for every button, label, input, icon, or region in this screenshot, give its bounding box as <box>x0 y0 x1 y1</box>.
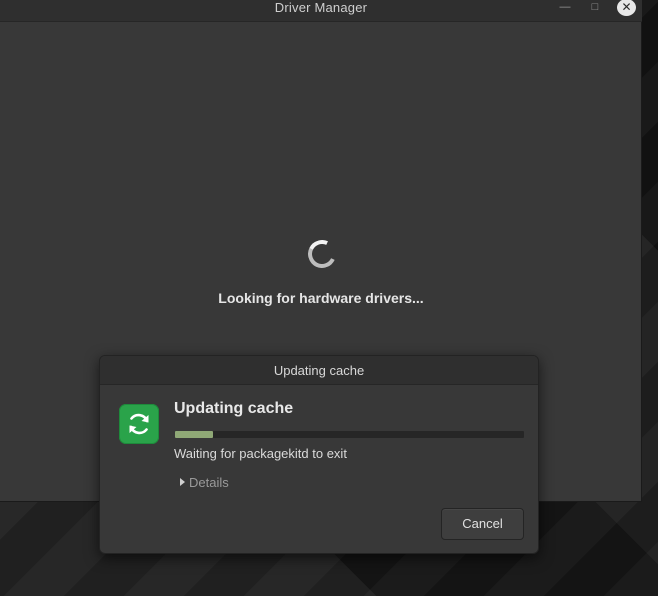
details-expander[interactable]: Details <box>180 474 229 490</box>
dialog-title: Updating cache <box>273 363 365 378</box>
updating-cache-dialog: Updating cache Updating cache Waiting fo… <box>99 355 539 554</box>
refresh-icon <box>119 404 159 444</box>
expander-arrow-icon <box>180 478 185 486</box>
status-label: Looking for hardware drivers... <box>218 290 424 306</box>
cancel-button[interactable]: Cancel <box>441 508 524 540</box>
progress-bar <box>175 431 524 438</box>
operation-heading: Updating cache <box>174 400 294 417</box>
minimize-icon[interactable]: — <box>556 0 574 16</box>
loading-spinner-icon <box>304 236 340 272</box>
details-label: Details <box>189 474 229 490</box>
progress-bar-fill <box>175 431 214 438</box>
dialog-titlebar[interactable]: Updating cache <box>100 356 538 385</box>
operation-status: Waiting for packagekitd to exit <box>174 446 347 461</box>
window-titlebar[interactable]: Driver Manager — □ ✕ <box>0 0 642 22</box>
window-title: Driver Manager <box>274 0 368 15</box>
maximize-icon[interactable]: □ <box>586 0 604 16</box>
